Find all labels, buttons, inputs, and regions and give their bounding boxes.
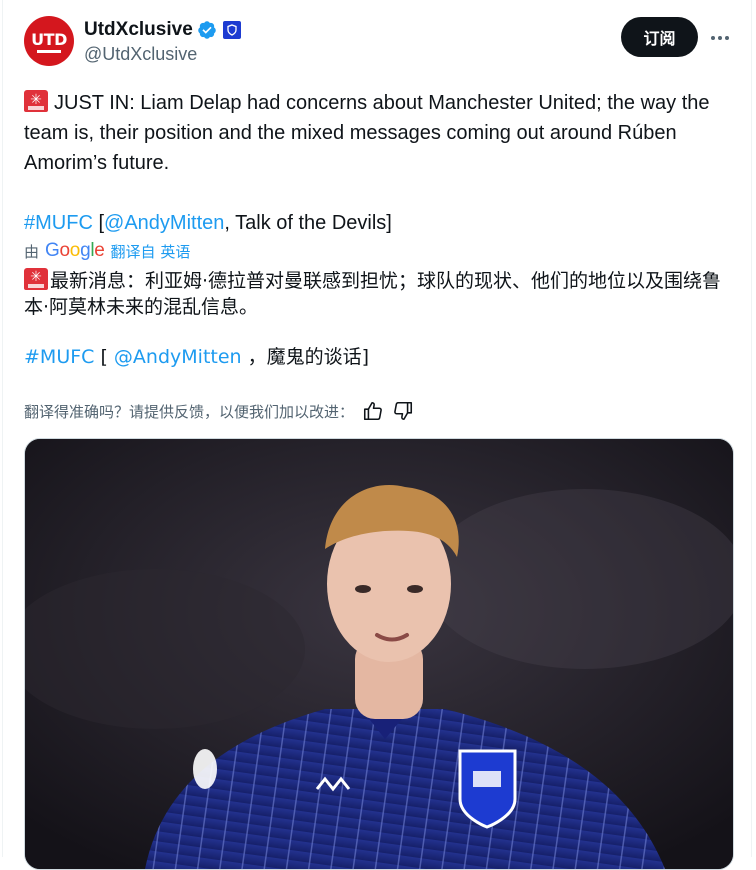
- author-name-row: UtdXclusive: [84, 19, 241, 41]
- mention-link[interactable]: @AndyMitten: [104, 212, 224, 234]
- translated-body: 最新消息：利亚姆·德拉普对曼联感到担忧；球队的现状、他们的地位以及围绕鲁本·阿莫…: [24, 270, 722, 318]
- avatar-logo-bar: [37, 50, 61, 53]
- translated-from-link[interactable]: 翻译自 英语: [111, 241, 191, 262]
- more-horizontal-icon[interactable]: [706, 24, 734, 52]
- translated-text: 最新消息：利亚姆·德拉普对曼联感到担忧；球队的现状、他们的地位以及围绕鲁本·阿莫…: [24, 268, 734, 370]
- google-logo: Google: [45, 240, 105, 261]
- tweet-tail-text: , Talk of the Devils]: [224, 212, 392, 234]
- avatar-logo-text: UTD: [31, 30, 67, 49]
- translated-hashtag-link[interactable]: #MUFC: [24, 346, 94, 368]
- tweet-photo[interactable]: [24, 438, 734, 870]
- translated-mention-link[interactable]: @AndyMitten: [114, 346, 242, 368]
- translation-feedback: 翻译得准确吗？请提供反馈，以便我们加以改进：: [24, 400, 414, 422]
- thumbs-up-icon[interactable]: [362, 400, 384, 422]
- translation-attribution: 由 Google 翻译自 英语: [24, 240, 190, 262]
- translated-bracket: [: [100, 346, 114, 368]
- avatar[interactable]: UTD: [24, 16, 74, 66]
- verified-badge-icon[interactable]: [197, 20, 217, 40]
- siren-emoji-icon: [24, 90, 48, 112]
- subscribe-button[interactable]: 订阅: [621, 17, 698, 57]
- affiliate-badge-icon[interactable]: [222, 21, 241, 39]
- translated-by-label: 由: [24, 242, 40, 261]
- siren-emoji-icon: [24, 268, 48, 290]
- feedback-prompt: 翻译得准确吗？请提供反馈，以便我们加以改进：: [24, 402, 355, 421]
- thumbs-down-icon[interactable]: [392, 400, 414, 422]
- tweet-body: JUST IN: Liam Delap had concerns about M…: [24, 92, 710, 174]
- translated-tail: ，魔鬼的谈话]: [241, 346, 370, 368]
- hashtag-link[interactable]: #MUFC: [24, 212, 93, 234]
- player-photo-illustration: [25, 439, 733, 869]
- display-name[interactable]: UtdXclusive: [84, 19, 193, 41]
- tweet-text: JUST IN: Liam Delap had concerns about M…: [24, 88, 734, 238]
- author-handle[interactable]: @UtdXclusive: [84, 44, 197, 65]
